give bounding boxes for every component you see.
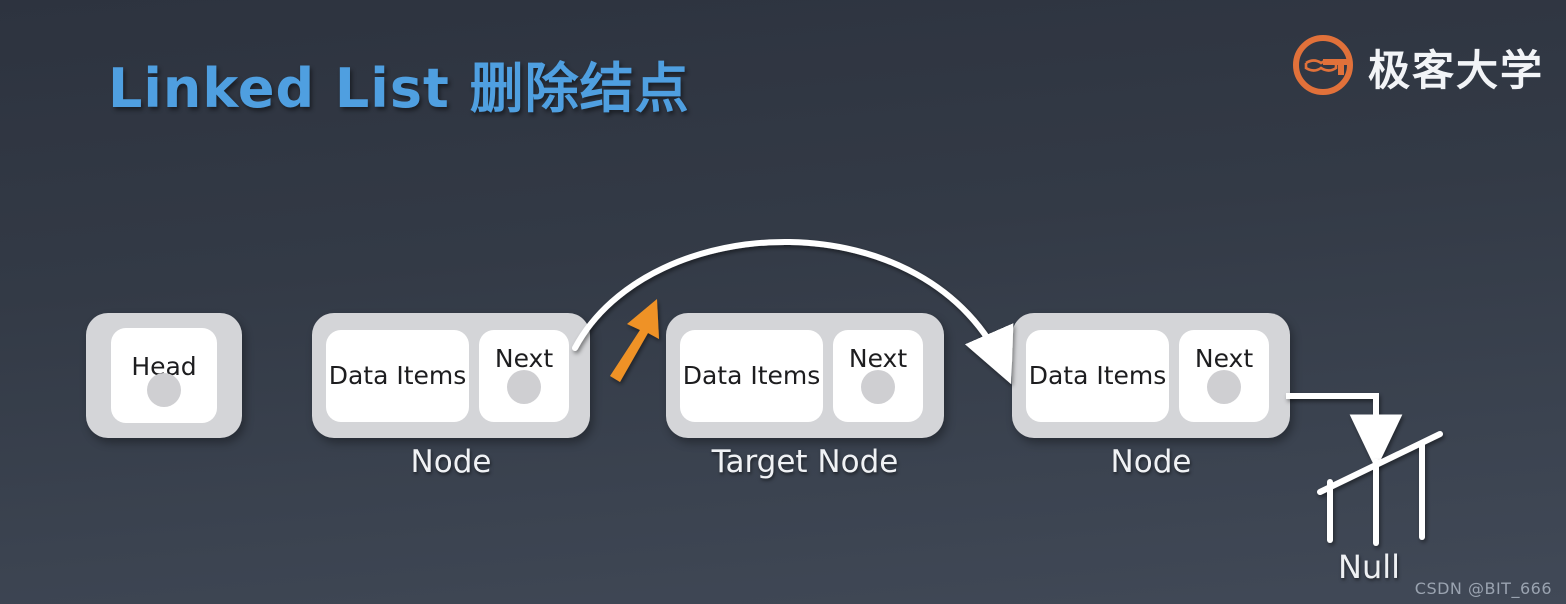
- ground-null-icon: [1317, 431, 1443, 546]
- node-1-data-label: Data Items: [328, 361, 467, 390]
- node-1-data-cell: Data Items: [326, 329, 469, 422]
- node-1-next-label: Next: [494, 343, 554, 373]
- node-1-caption: Node: [410, 444, 492, 480]
- watermark: CSDN @BIT_666: [1414, 579, 1552, 598]
- pointer-dot-icon: [147, 373, 181, 407]
- node-2-next-label: Next: [848, 343, 908, 373]
- pointer-dot-icon: [861, 369, 895, 404]
- node-2-data-cell: Data Items: [680, 329, 823, 422]
- node-1: Data Items Next: [312, 313, 590, 438]
- node-3-next-cell: Next: [1179, 329, 1269, 422]
- node-2-next-cell: Next: [833, 329, 923, 422]
- node-2-caption: Target Node: [711, 444, 899, 480]
- brand-name: 极客大学: [1367, 45, 1544, 95]
- page-title: Linked List 删除结点: [108, 57, 690, 120]
- node-2-data-label: Data Items: [682, 361, 821, 390]
- head-node: Head: [86, 313, 242, 438]
- brand-logo: 极客大学: [1290, 32, 1544, 102]
- node-3-caption: Node: [1110, 444, 1192, 480]
- node-3: Data Items Next: [1012, 313, 1290, 438]
- node-1-next-cell: Next: [479, 329, 569, 422]
- node3-to-null-connector: [1286, 393, 1403, 470]
- null-label: Null: [1338, 548, 1400, 586]
- pointer-dot-icon: [1207, 369, 1241, 404]
- orange-emphasis-arrow-icon: [610, 299, 659, 382]
- node-2-target: Data Items Next: [666, 313, 944, 438]
- slide-canvas: Linked List 删除结点 极客大学 Head Data Items Ne…: [0, 0, 1566, 604]
- node-3-data-label: Data Items: [1028, 361, 1167, 390]
- pointer-dot-icon: [507, 369, 541, 404]
- node-3-next-label: Next: [1194, 343, 1254, 373]
- node-3-data-cell: Data Items: [1026, 329, 1169, 422]
- head-cell: Head: [111, 328, 217, 423]
- geekbang-g-icon: [1290, 32, 1356, 102]
